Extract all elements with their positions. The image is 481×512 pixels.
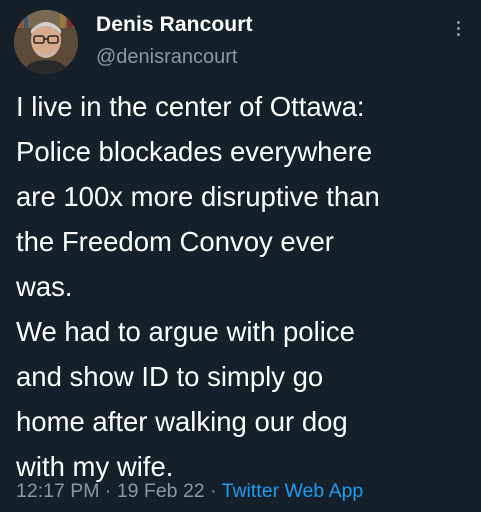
tweet-text: I live in the center of Ottawa: Police b… xyxy=(16,84,476,489)
tweet-text-line: the Freedom Convoy ever xyxy=(16,226,334,257)
more-dot xyxy=(456,27,460,30)
source-app-link[interactable]: Twitter Web App xyxy=(222,480,364,502)
tweet-text-line: are 100x more disruptive than xyxy=(16,181,380,212)
tweet-meta: 12:17 PM · 19 Feb 22 · Twitter Web App xyxy=(16,480,363,503)
tweet-text-line: and show ID to simply go xyxy=(16,361,324,392)
avatar[interactable] xyxy=(14,10,78,74)
avatar-image xyxy=(14,10,78,74)
tweet-time[interactable]: 12:17 PM xyxy=(16,480,99,502)
more-dot xyxy=(456,21,460,24)
meta-separator: · xyxy=(210,480,217,502)
more-dot xyxy=(456,33,460,36)
tweet-text-line: We had to argue with police xyxy=(16,316,355,347)
tweet-text-line: home after walking our dog xyxy=(16,406,348,437)
meta-separator: · xyxy=(104,480,112,502)
author-display-name[interactable]: Denis Rancourt xyxy=(96,13,253,37)
tweet-text-line: was. xyxy=(16,271,73,302)
tweet-date[interactable]: 19 Feb 22 xyxy=(117,480,205,502)
tweet-card: Denis Rancourt @denisrancourt I live in … xyxy=(0,0,481,512)
more-options-icon[interactable] xyxy=(451,18,465,44)
tweet-text-line: I live in the center of Ottawa: xyxy=(16,91,365,122)
tweet-text-line: Police blockades everywhere xyxy=(16,136,373,167)
author-handle[interactable]: @denisrancourt xyxy=(96,46,237,69)
